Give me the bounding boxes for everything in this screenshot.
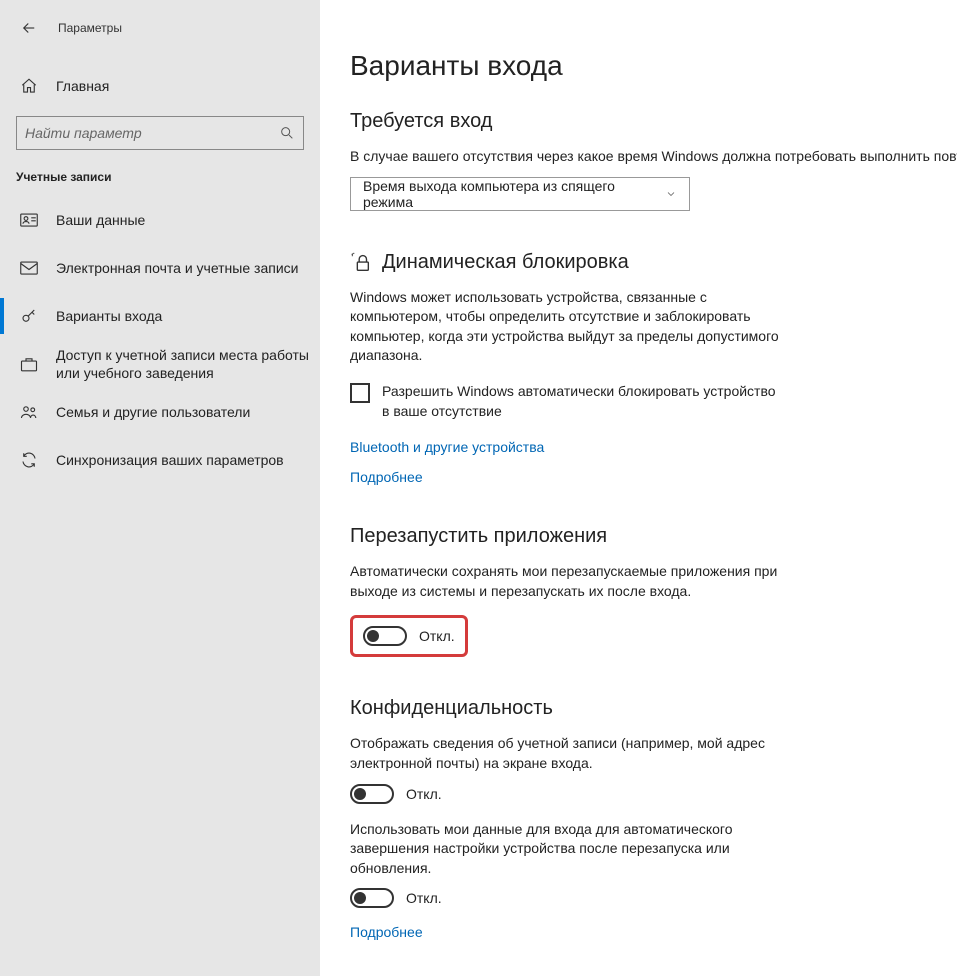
privacy-toggle2-label: Откл. [406, 890, 442, 906]
sidebar-item-label: Синхронизация ваших параметров [56, 451, 320, 469]
search-icon [279, 125, 295, 141]
sync-icon [20, 451, 38, 469]
dynamic-lock-checkbox-row: Разрешить Windows автоматически блокиров… [350, 382, 957, 421]
sidebar-item-signin-options[interactable]: Варианты входа [0, 292, 320, 340]
back-button[interactable] [20, 19, 38, 37]
dynamic-lock-checkbox[interactable] [350, 383, 370, 403]
person-card-icon [20, 212, 38, 228]
nav-home-label: Главная [56, 78, 109, 94]
privacy-toggle1[interactable] [350, 784, 394, 804]
briefcase-icon [20, 356, 38, 372]
privacy-toggle2[interactable] [350, 888, 394, 908]
heading-privacy: Конфиденциальность [350, 697, 957, 720]
section-dynamic-lock: Динамическая блокировка Windows может ис… [350, 251, 957, 486]
nav-home[interactable]: Главная [0, 64, 320, 108]
heading-restart-apps: Перезапустить приложения [350, 525, 957, 548]
restart-apps-highlight: Откл. [350, 615, 468, 657]
sidebar-item-your-info[interactable]: Ваши данные [0, 196, 320, 244]
privacy-toggle2-row: Откл. [350, 888, 957, 908]
window-title: Параметры [58, 21, 122, 35]
heading-dynamic-lock: Динамическая блокировка [350, 251, 957, 274]
dropdown-value: Время выхода компьютера из спящего режим… [363, 178, 665, 210]
sidebar-item-label: Семья и другие пользователи [56, 403, 320, 421]
learn-more-link-privacy[interactable]: Подробнее [350, 924, 957, 940]
bluetooth-link[interactable]: Bluetooth и другие устройства [350, 439, 957, 455]
dynamic-lock-desc: Windows может использовать устройства, с… [350, 288, 780, 366]
privacy-desc2: Использовать мои данные для входа для ав… [350, 820, 770, 879]
section-signin-required: Требуется вход В случае вашего отсутстви… [350, 110, 957, 211]
section-restart-apps: Перезапустить приложения Автоматически с… [350, 525, 957, 657]
search-box[interactable] [16, 116, 304, 150]
dynamic-lock-checkbox-label: Разрешить Windows автоматически блокиров… [382, 382, 782, 421]
heading-dynamic-lock-text: Динамическая блокировка [382, 251, 629, 274]
header-row: Параметры [0, 8, 320, 48]
sidebar-item-label: Доступ к учетной записи места работы или… [56, 346, 320, 382]
search-input[interactable] [25, 125, 279, 141]
heading-signin-required: Требуется вход [350, 110, 957, 133]
privacy-toggle1-label: Откл. [406, 786, 442, 802]
page-title: Варианты входа [350, 50, 957, 82]
sidebar: Параметры Главная Учетные записи Ваши да… [0, 0, 320, 976]
restart-apps-toggle-label: Откл. [419, 628, 455, 644]
signin-timeout-dropdown[interactable]: Время выхода компьютера из спящего режим… [350, 177, 690, 211]
main-content: Варианты входа Требуется вход В случае в… [320, 0, 957, 976]
sidebar-item-label: Ваши данные [56, 211, 320, 229]
dynamic-lock-icon [350, 251, 372, 273]
home-icon [20, 77, 38, 95]
learn-more-link-dynlock[interactable]: Подробнее [350, 469, 957, 485]
sidebar-item-work-access[interactable]: Доступ к учетной записи места работы или… [0, 340, 320, 388]
sidebar-item-sync[interactable]: Синхронизация ваших параметров [0, 436, 320, 484]
signin-required-desc: В случае вашего отсутствия через какое в… [350, 147, 957, 167]
mail-icon [20, 261, 38, 275]
privacy-desc1: Отображать сведения об учетной записи (н… [350, 734, 770, 773]
people-icon [20, 404, 38, 420]
restart-apps-desc: Автоматически сохранять мои перезапускае… [350, 562, 780, 601]
sidebar-item-email[interactable]: Электронная почта и учетные записи [0, 244, 320, 292]
sidebar-item-family[interactable]: Семья и другие пользователи [0, 388, 320, 436]
section-privacy: Конфиденциальность Отображать сведения о… [350, 697, 957, 940]
sidebar-item-label: Варианты входа [56, 307, 320, 325]
chevron-down-icon [665, 188, 677, 200]
sidebar-item-label: Электронная почта и учетные записи [56, 259, 320, 277]
restart-apps-toggle[interactable] [363, 626, 407, 646]
sidebar-section-label: Учетные записи [0, 150, 320, 196]
privacy-toggle1-row: Откл. [350, 784, 957, 804]
key-icon [20, 307, 38, 325]
